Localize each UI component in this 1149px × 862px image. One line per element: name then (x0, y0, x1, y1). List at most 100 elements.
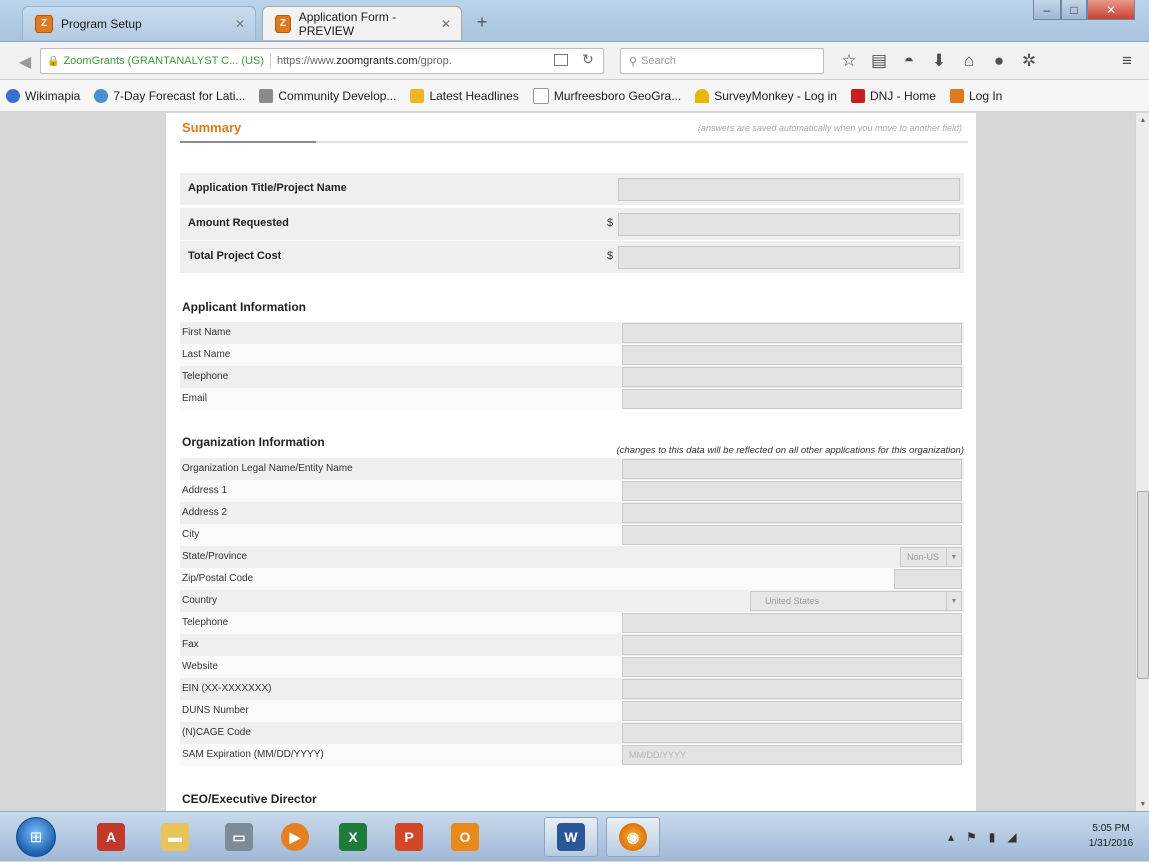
start-button-windows-icon[interactable]: ⊞ (16, 817, 56, 857)
field-label: State/Province (182, 551, 248, 562)
word-icon: W (557, 823, 585, 851)
scrollbar-thumb[interactable] (1137, 491, 1149, 679)
sam-expiration-input[interactable]: MM/DD/YYYY (622, 745, 962, 765)
field-label: Telephone (182, 617, 229, 628)
bookmark-item[interactable]: Log In (949, 88, 1002, 103)
taskbar-app[interactable]: P (382, 817, 436, 857)
country-select[interactable]: United States ▼ (750, 591, 962, 611)
weather-icon (94, 88, 109, 103)
folder-icon (410, 88, 425, 103)
ein-input[interactable] (622, 679, 962, 699)
scroll-down-arrow-icon[interactable]: ▼ (1136, 797, 1149, 811)
org-telephone-input[interactable] (622, 613, 962, 633)
divider-accent (180, 141, 316, 143)
close-icon[interactable]: ✕ (441, 17, 451, 31)
field-label: (N)CAGE Code (182, 727, 251, 738)
website-input[interactable] (622, 657, 962, 677)
field-label: Country (182, 595, 218, 606)
taskbar-app[interactable]: ▶ (268, 817, 322, 857)
ceo-section-heading: CEO/Executive Director (182, 792, 317, 806)
reader-view-icon[interactable] (554, 54, 568, 66)
form-row: Address 2 (180, 502, 964, 524)
taskbar-app[interactable]: A (84, 817, 138, 857)
field-label: First Name (182, 327, 231, 338)
bookmark-item[interactable]: Community Develop... (259, 88, 396, 103)
bookmark-item[interactable]: DNJ - Home (850, 88, 936, 103)
bookmark-item[interactable]: SurveyMonkey - Log in (695, 88, 837, 103)
chat-icon[interactable]: ● (988, 50, 1010, 72)
show-hidden-icons-arrow-icon[interactable]: ▴ (948, 830, 954, 844)
system-clock[interactable]: 5:05 PM 1/31/2016 (1080, 821, 1142, 851)
scroll-up-arrow-icon[interactable]: ▲ (1136, 113, 1149, 127)
duns-number-input[interactable] (622, 701, 962, 721)
taskbar-app[interactable]: ◉ (606, 817, 660, 857)
fax-input[interactable] (622, 635, 962, 655)
currency-prefix: $ (607, 250, 614, 262)
field-label: Email (182, 393, 208, 404)
bookmarks-menu-icon[interactable]: ▤ (868, 50, 890, 72)
taskbar-app[interactable]: ▭ (212, 817, 266, 857)
url-text[interactable]: https://www.zoomgrants.com/gprop. (277, 55, 452, 67)
new-tab-plus-icon[interactable]: + (470, 10, 494, 34)
acrobat-icon: A (97, 823, 125, 851)
maximize-button[interactable]: □ (1061, 0, 1087, 20)
form-row: EIN (XX-XXXXXXX) (180, 678, 964, 700)
network-flag-icon[interactable]: ⚑ (966, 830, 977, 844)
address2-input[interactable] (622, 503, 962, 523)
media-player-icon: ▶ (281, 823, 309, 851)
zoomgrants-favicon-icon: Z (35, 14, 53, 33)
total-project-cost-input[interactable] (618, 246, 960, 269)
taskbar-app[interactable]: X (326, 817, 380, 857)
zip-postal-code-input[interactable] (894, 569, 962, 589)
form-row: Email (180, 388, 964, 410)
field-label: EIN (XX-XXXXXXX) (182, 683, 272, 694)
telephone-input[interactable] (622, 367, 962, 387)
close-icon[interactable]: ✕ (235, 17, 245, 31)
address-bar[interactable]: 🔒 ZoomGrants (GRANTANALYST C... (US) htt… (40, 48, 604, 74)
amount-requested-input[interactable] (618, 213, 960, 236)
taskbar-app[interactable]: ▬ (148, 817, 202, 857)
taskbar-app[interactable]: W (544, 817, 598, 857)
reload-icon[interactable]: ↻ (582, 51, 598, 69)
bookmark-item[interactable]: Wikimapia (6, 88, 80, 103)
tab-label: Application Form - PREVIEW (298, 9, 397, 38)
back-arrow-icon[interactable]: ◀ (14, 51, 36, 73)
pocket-icon[interactable]: ◓ (898, 50, 920, 72)
bookmark-item[interactable]: Murfreesboro GeoGra... (532, 87, 681, 104)
city-input[interactable] (622, 525, 962, 545)
bookmarks-toolbar: Wikimapia 7-Day Forecast for Lati... Com… (0, 80, 1149, 112)
settings-gear-icon[interactable]: ✲ (1018, 50, 1040, 72)
menu-hamburger-icon[interactable]: ≡ (1116, 50, 1138, 72)
org-legal-name-input[interactable] (622, 459, 962, 479)
vertical-scrollbar[interactable]: ▲ ▼ (1135, 113, 1149, 811)
selected-value: United States (765, 596, 820, 606)
project-name-input[interactable] (618, 178, 960, 201)
taskbar-app[interactable]: O (438, 817, 492, 857)
tab-program-setup[interactable]: Z Program Setup ✕ (22, 6, 256, 40)
field-label: Address 2 (182, 507, 228, 518)
state-province-select[interactable]: Non-US ▼ (900, 547, 962, 567)
address1-input[interactable] (622, 481, 962, 501)
search-input[interactable]: ⚲ Search (620, 48, 824, 74)
downloads-icon[interactable]: ⬇ (928, 50, 950, 72)
first-name-input[interactable] (622, 323, 962, 343)
network-icon[interactable]: ▮ (989, 830, 996, 844)
clock-time: 5:05 PM (1092, 823, 1130, 834)
minimize-button[interactable]: – (1033, 0, 1061, 20)
close-window-button[interactable]: ✕ (1087, 0, 1135, 20)
last-name-input[interactable] (622, 345, 962, 365)
application-form-panel: Summary (answers are saved automatically… (166, 113, 976, 811)
home-icon[interactable]: ⌂ (958, 50, 980, 72)
bookmark-item[interactable]: Latest Headlines (410, 88, 519, 103)
ncage-code-input[interactable] (622, 723, 962, 743)
bookmark-item[interactable]: 7-Day Forecast for Lati... (94, 88, 245, 103)
tab-application-form[interactable]: Z Application Form - PREVIEW ✕ (262, 6, 462, 40)
chevron-down-icon: ▼ (946, 548, 961, 566)
form-row: Last Name (180, 344, 964, 366)
bookmark-star-icon[interactable]: ☆ (838, 50, 860, 72)
form-row: Telephone (180, 366, 964, 388)
field-label: Application Title/Project Name (188, 182, 347, 194)
selected-value: Non-US (907, 552, 940, 562)
volume-icon[interactable]: ◢ (1007, 830, 1016, 844)
email-input[interactable] (622, 389, 962, 409)
